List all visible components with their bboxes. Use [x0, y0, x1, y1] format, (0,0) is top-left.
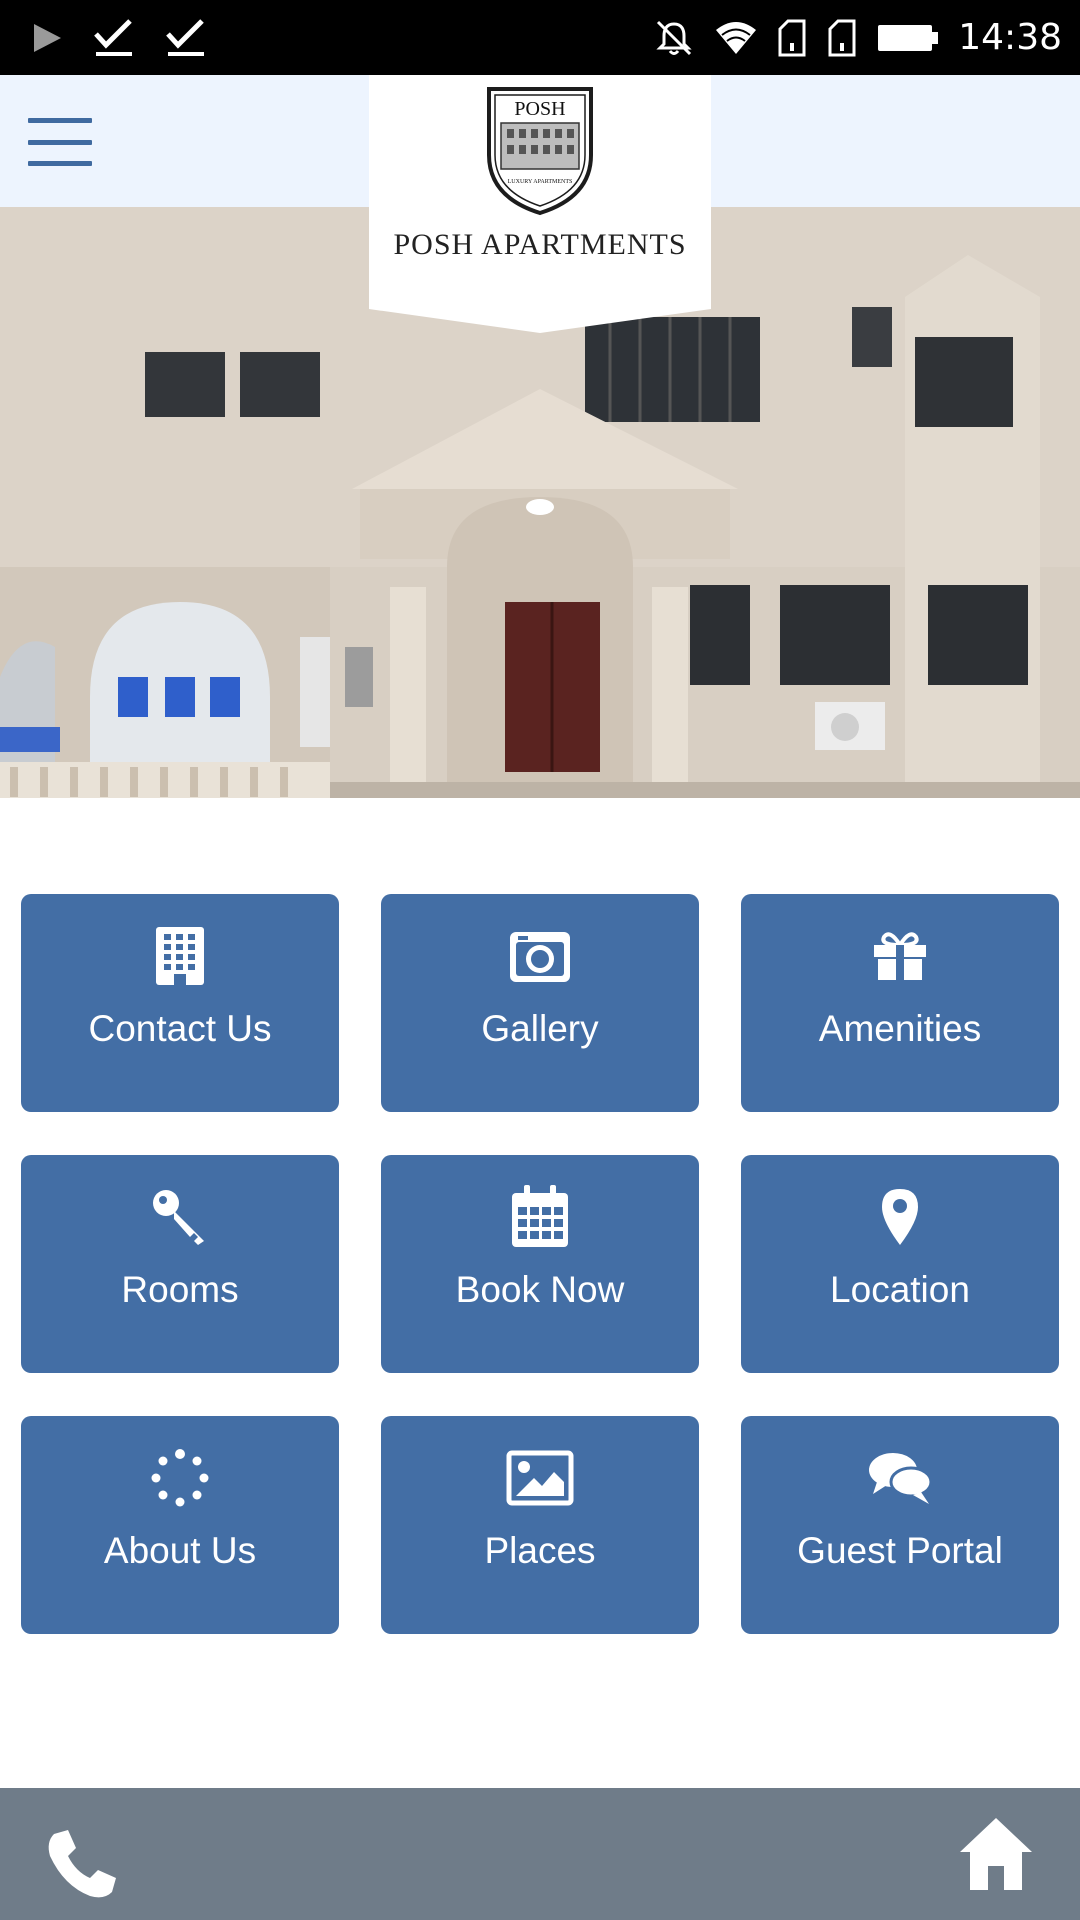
sim-card-icon [776, 19, 808, 57]
tile-label: Guest Portal [797, 1530, 1003, 1571]
logo-crest-icon: POSH LUXURY APARTMENTS [487, 87, 593, 216]
hamburger-menu-icon[interactable] [28, 118, 92, 166]
tile-label: Amenities [818, 1008, 982, 1049]
tile-contact-us[interactable]: Contact Us [21, 894, 339, 1112]
tile-location[interactable]: Location [741, 1155, 1059, 1373]
tile-amenities[interactable]: Amenities [741, 894, 1059, 1112]
home-icon[interactable] [958, 1816, 1034, 1892]
wifi-icon [714, 18, 758, 58]
logo-name: POSH APARTMENTS [393, 228, 687, 261]
building-icon [154, 924, 206, 988]
map-pin-icon [880, 1185, 920, 1249]
status-bar-system: 14:38 [652, 0, 1062, 75]
tile-label: About Us [103, 1530, 257, 1571]
status-bar-notifications [30, 0, 208, 75]
calendar-icon [510, 1185, 570, 1249]
menu-tile-grid: Contact Us Gallery Amenities Rooms Book … [21, 894, 1059, 1634]
status-bar: 14:38 [0, 0, 1080, 75]
tile-label: Gallery [481, 1008, 599, 1049]
tile-rooms[interactable]: Rooms [21, 1155, 339, 1373]
status-time: 14:38 [958, 17, 1062, 58]
battery-icon [876, 22, 940, 54]
tile-label: Location [830, 1269, 970, 1310]
tile-about-us[interactable]: About Us [21, 1416, 339, 1634]
tile-label: Places [484, 1530, 596, 1571]
logo-badge: POSH LUXURY APARTMENTS POSH APARTMENTS [369, 75, 711, 333]
spinner-icon [150, 1446, 210, 1510]
notifications-off-icon [652, 18, 696, 58]
tile-label: Rooms [121, 1269, 239, 1310]
check-icon [164, 18, 208, 58]
image-icon [506, 1446, 574, 1510]
tile-label: Contact Us [88, 1008, 272, 1049]
camera-icon [508, 924, 572, 988]
check-icon [92, 18, 136, 58]
svg-text:LUXURY APARTMENTS: LUXURY APARTMENTS [508, 179, 573, 185]
tile-label: Book Now [455, 1269, 625, 1310]
chat-icon [867, 1446, 933, 1510]
play-store-icon [30, 21, 64, 55]
key-icon [150, 1185, 210, 1249]
tile-gallery[interactable]: Gallery [381, 894, 699, 1112]
tile-guest-portal[interactable]: Guest Portal [741, 1416, 1059, 1634]
gift-icon [872, 924, 928, 988]
svg-text:POSH: POSH [514, 98, 565, 120]
tile-places[interactable]: Places [381, 1416, 699, 1634]
bottom-bar [0, 1788, 1080, 1920]
phone-icon[interactable] [44, 1826, 120, 1902]
sim-card-icon [826, 19, 858, 57]
tile-book-now[interactable]: Book Now [381, 1155, 699, 1373]
